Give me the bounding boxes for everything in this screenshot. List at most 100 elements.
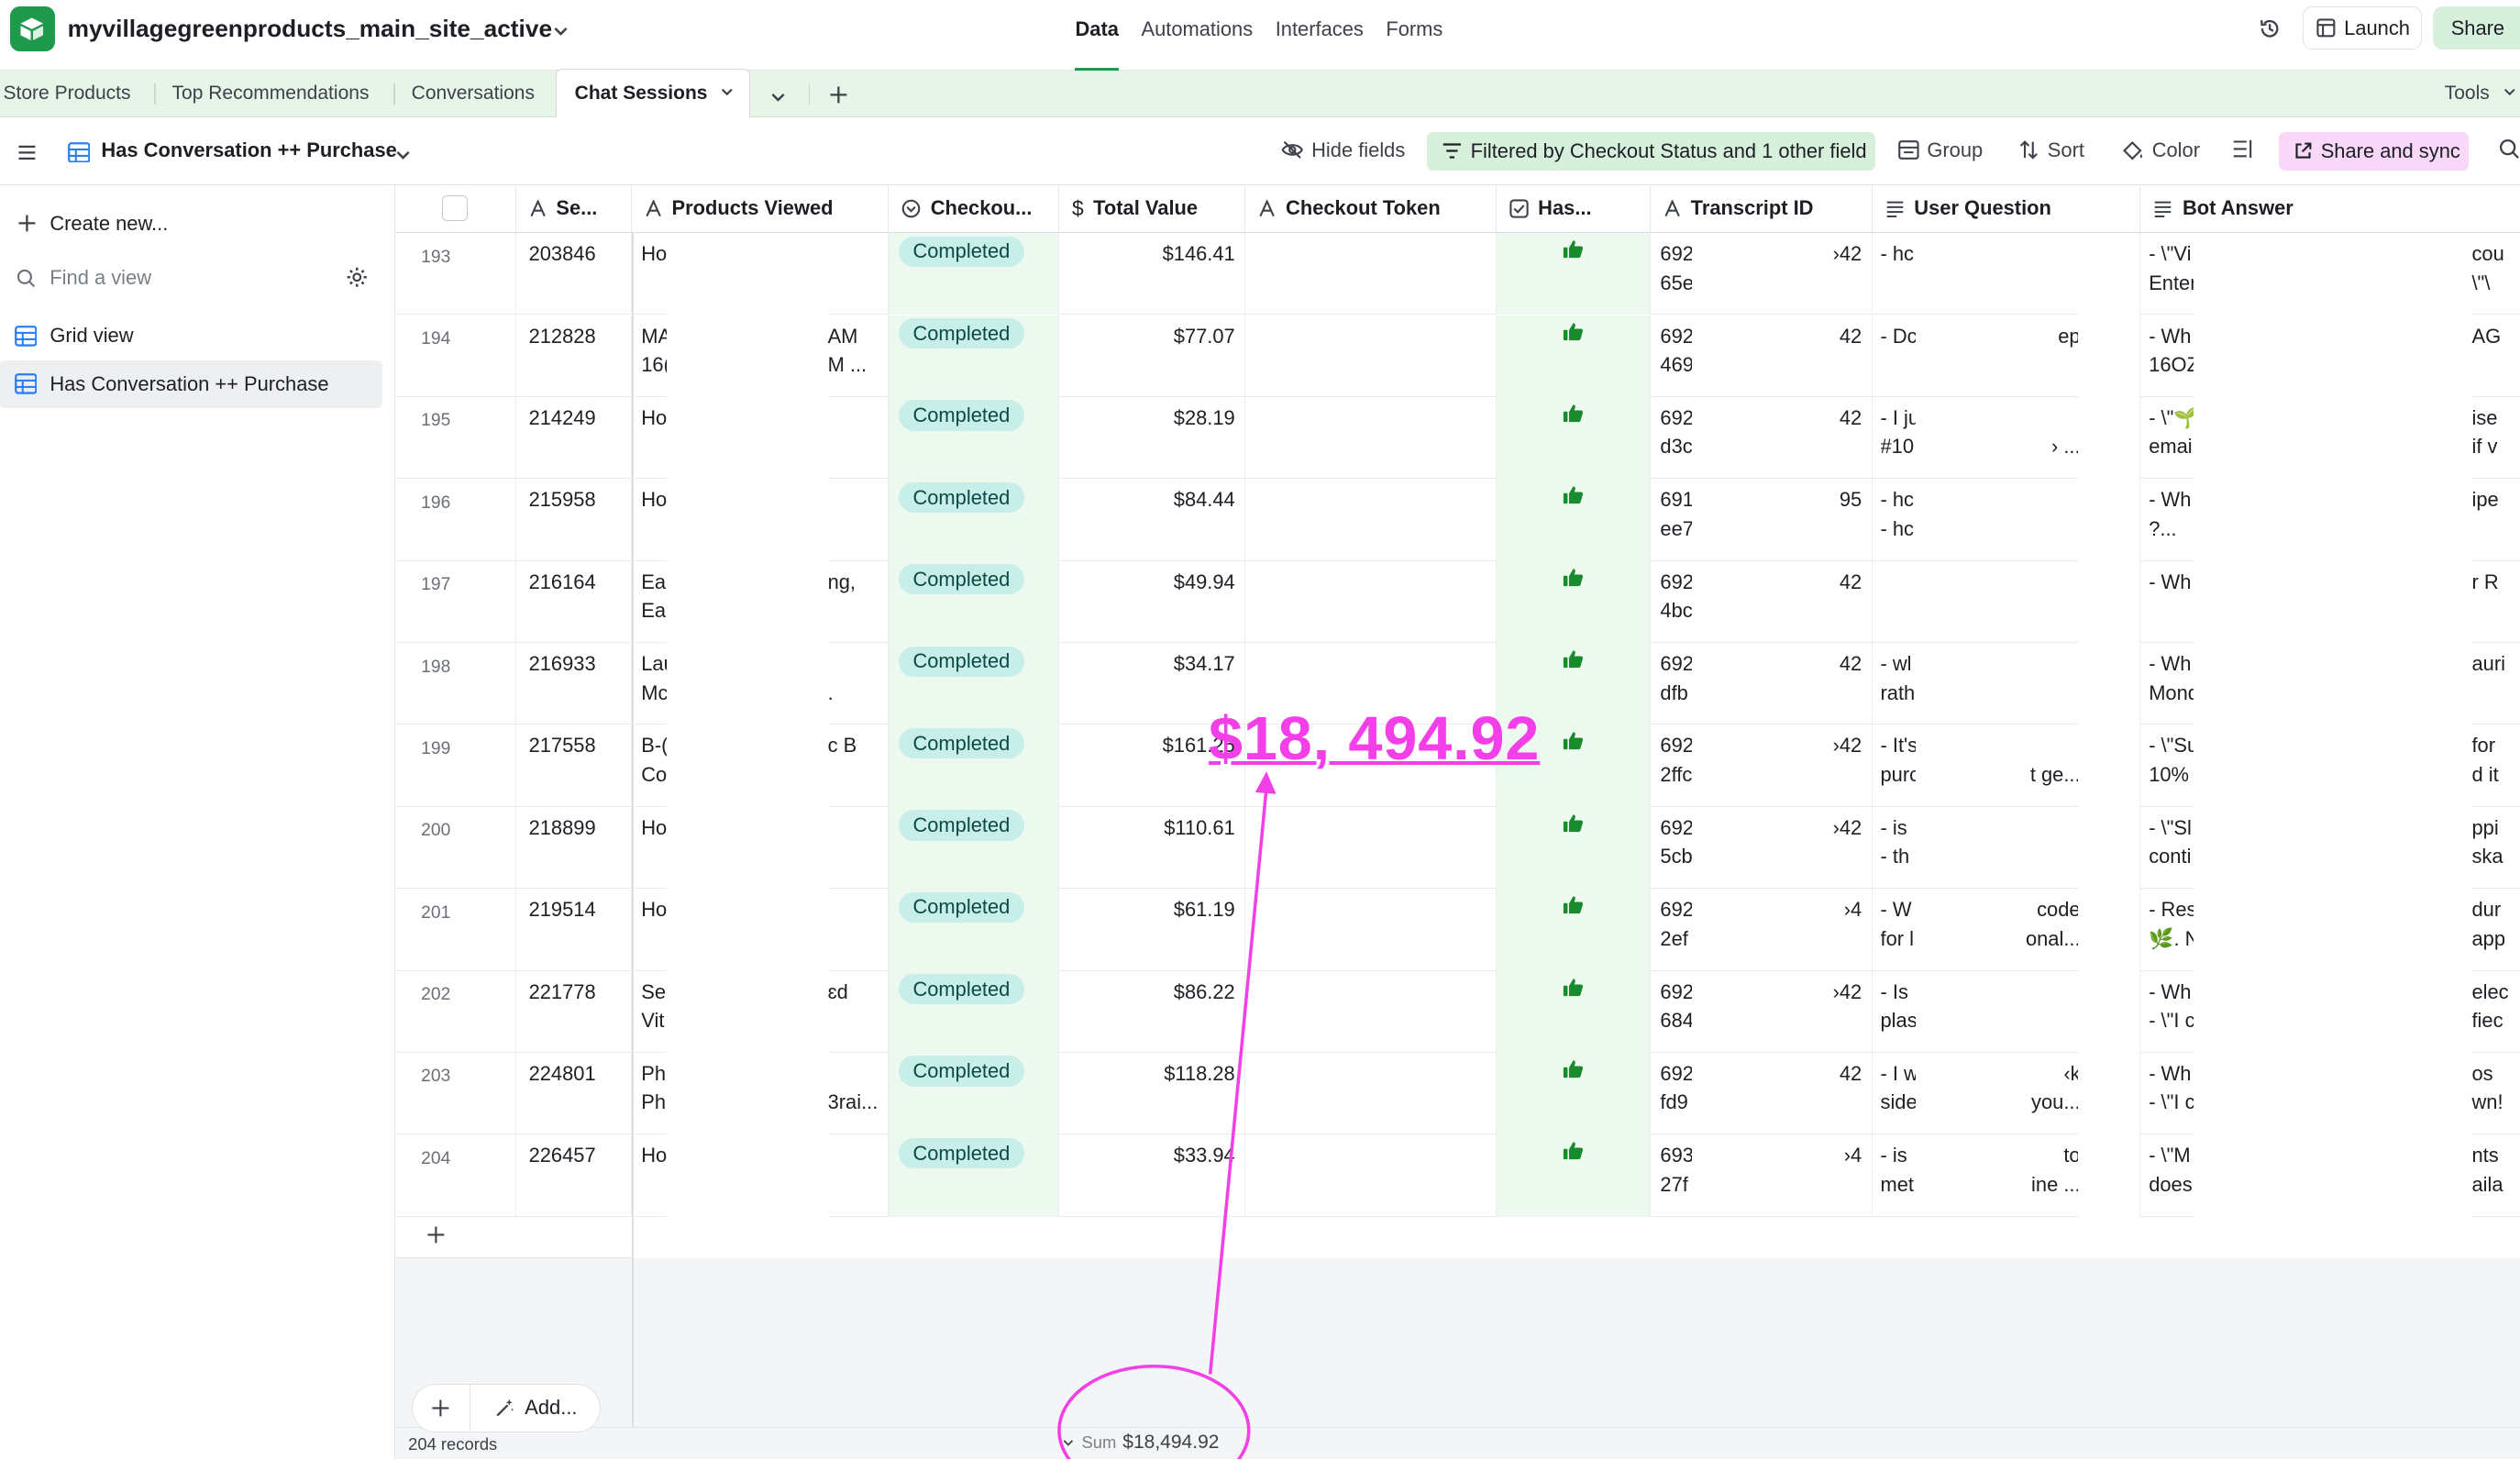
- transcript-id-cell[interactable]: 692 65e ›42: [1651, 233, 1873, 315]
- table-row[interactable]: 200 218899 Ho Completed $110.61 692 5cb ›42 - is…: [395, 806, 2520, 890]
- user-question-cell[interactable]: - I ju #10 › ...: [1873, 396, 2141, 480]
- has-conversation-cell[interactable]: [1496, 970, 1651, 1053]
- launch-button[interactable]: Launch: [2303, 6, 2423, 50]
- session-id-cell[interactable]: 214249: [516, 396, 632, 480]
- bot-answer-cell[interactable]: - Res 🌿. N dur app: [2140, 889, 2520, 971]
- total-value-cell[interactable]: $49.94: [1059, 560, 1246, 644]
- checkout-token-cell[interactable]: [1245, 806, 1497, 890]
- products-viewed-cell[interactable]: Ho: [632, 233, 890, 315]
- products-viewed-cell[interactable]: Ho: [632, 1134, 890, 1217]
- total-value-cell[interactable]: $146.41: [1059, 233, 1246, 315]
- base-name[interactable]: myvillagegreenproducts_main_site_active: [68, 15, 552, 43]
- user-question-cell[interactable]: - is met to ine ...: [1873, 1134, 2141, 1217]
- table-row[interactable]: 202221778 Sel Vit ɛd Completed $86.22 692 684 ›4…: [395, 970, 2520, 1053]
- transcript-id-cell[interactable]: 692 d3c 42: [1651, 396, 1873, 480]
- session-id-cell[interactable]: 218899: [516, 806, 632, 890]
- checkout-status-cell[interactable]: Completed: [889, 233, 1059, 315]
- products-viewed-cell[interactable]: Ear Ear ng,: [632, 560, 890, 644]
- table-row[interactable]: 194212828 MA 16(AM M ... Completed $77.07 692 4…: [395, 315, 2520, 397]
- share-and-sync-button[interactable]: Share and sync: [2279, 131, 2469, 171]
- session-id-cell[interactable]: 203846: [516, 233, 632, 315]
- column-header-products-viewed[interactable]: Products Viewed: [631, 184, 890, 234]
- create-new-view-button[interactable]: Create new...: [0, 199, 382, 248]
- checkout-token-cell[interactable]: [1245, 970, 1497, 1053]
- table-row[interactable]: 204 226457 Ho Completed $33.94 693 27f ›4 - is me…: [395, 1134, 2520, 1217]
- bot-answer-cell[interactable]: - \"Sl conti ppi ska: [2140, 806, 2520, 890]
- add-record-row[interactable]: [395, 1213, 632, 1259]
- bot-answer-cell[interactable]: - Wh - \"I c os wn!: [2140, 1052, 2520, 1135]
- user-question-cell[interactable]: - hc: [1873, 233, 2141, 315]
- products-viewed-cell[interactable]: Lau Mc.: [632, 643, 890, 725]
- column-header-has-conversation[interactable]: Has...: [1496, 184, 1651, 234]
- column-header-checkout-status[interactable]: Checkou...: [889, 184, 1059, 234]
- user-question-cell[interactable]: - wl rath: [1873, 643, 2141, 725]
- bot-answer-cell[interactable]: - \"M does nts aila: [2140, 1134, 2520, 1217]
- total-value-cell[interactable]: $86.22: [1059, 970, 1246, 1053]
- checkout-status-cell[interactable]: Completed: [889, 396, 1059, 480]
- table-row[interactable]: 203 224801 Ph Ph 3rai... Completed $118.28 692 f…: [395, 1052, 2520, 1135]
- session-id-cell[interactable]: 212828: [516, 315, 632, 397]
- add-table-plus-icon[interactable]: [828, 82, 849, 111]
- transcript-id-cell[interactable]: 692 2ffc ›42: [1651, 724, 1873, 807]
- transcript-id-cell[interactable]: 692 2ef ›4: [1651, 889, 1873, 971]
- checkout-status-cell[interactable]: Completed: [889, 315, 1059, 397]
- products-viewed-cell[interactable]: Sel Vit ɛd: [632, 970, 890, 1053]
- checkout-status-cell[interactable]: Completed: [889, 1052, 1059, 1135]
- checkout-status-cell[interactable]: Completed: [889, 806, 1059, 890]
- hide-fields-button[interactable]: Hide fields: [1281, 138, 1405, 162]
- checkout-status-cell[interactable]: Completed: [889, 643, 1059, 725]
- session-id-cell[interactable]: 219514: [516, 889, 632, 971]
- session-id-cell[interactable]: 226457: [516, 1134, 632, 1217]
- row-height-icon[interactable]: [2232, 138, 2253, 160]
- has-conversation-cell[interactable]: [1496, 806, 1651, 890]
- column-header-user-question[interactable]: User Question: [1872, 184, 2141, 234]
- chevron-down-icon[interactable]: [719, 83, 735, 100]
- table-row[interactable]: 197216164 Ear Ear ng, Completed $49.94 692 4bc 4…: [395, 560, 2520, 644]
- products-viewed-cell[interactable]: Ph Ph 3rai...: [632, 1052, 890, 1135]
- total-value-cell[interactable]: $28.19: [1059, 396, 1246, 480]
- user-question-cell[interactable]: - I w side ‹k you...: [1873, 1052, 2141, 1135]
- checkout-token-cell[interactable]: [1245, 479, 1497, 561]
- transcript-id-cell[interactable]: 692 5cb ›42: [1651, 806, 1873, 890]
- checkout-token-cell[interactable]: [1245, 560, 1497, 644]
- table-row[interactable]: 196 215958 Ho Completed $84.44 691 ee7 95- hc - …: [395, 479, 2520, 561]
- checkout-status-cell[interactable]: Completed: [889, 889, 1059, 971]
- transcript-id-cell[interactable]: 693 27f ›4: [1651, 1134, 1873, 1217]
- has-conversation-cell[interactable]: [1496, 396, 1651, 480]
- total-value-cell[interactable]: $110.61: [1059, 806, 1246, 890]
- bot-answer-cell[interactable]: - Wh?... ipe: [2140, 479, 2520, 561]
- has-conversation-cell[interactable]: [1496, 315, 1651, 397]
- table-row[interactable]: 201 219514 Ho Completed $61.19 692 2ef ›4 - W for…: [395, 889, 2520, 971]
- chevron-down-icon[interactable]: [393, 141, 413, 171]
- gear-icon[interactable]: [346, 265, 369, 294]
- session-id-cell[interactable]: 215958: [516, 479, 632, 561]
- user-question-cell[interactable]: - hc - hc: [1873, 479, 2141, 561]
- color-button[interactable]: Color: [2121, 138, 2200, 162]
- transcript-id-cell[interactable]: 692 4bc 42: [1651, 560, 1873, 644]
- user-question-cell[interactable]: [1873, 560, 2141, 644]
- total-value-cell[interactable]: $33.94: [1059, 1134, 1246, 1217]
- transcript-id-cell[interactable]: 692 684 ›42: [1651, 970, 1873, 1053]
- session-id-cell[interactable]: 217558: [516, 724, 632, 807]
- user-question-cell[interactable]: - Is plas: [1873, 970, 2141, 1053]
- session-id-cell[interactable]: 216164: [516, 560, 632, 644]
- column-header-total-value[interactable]: $ Total Value: [1058, 184, 1246, 234]
- search-icon[interactable]: [2499, 138, 2520, 160]
- products-viewed-cell[interactable]: Ho: [632, 889, 890, 971]
- bot-answer-cell[interactable]: - Wh 16OZ AG: [2140, 315, 2520, 397]
- tab-top-recommendations[interactable]: Top Recommendations: [172, 71, 370, 117]
- transcript-id-cell[interactable]: 692 fd9 42: [1651, 1052, 1873, 1135]
- session-id-cell[interactable]: 221778: [516, 970, 632, 1053]
- checkout-status-cell[interactable]: Completed: [889, 1134, 1059, 1217]
- add-record-button[interactable]: [413, 1383, 470, 1432]
- user-question-cell[interactable]: - It's purc t ge...: [1873, 724, 2141, 807]
- table-row[interactable]: 193 203846 Ho Completed $146.41 692 65e ›42 - hc…: [395, 233, 2520, 315]
- user-question-cell[interactable]: - Dc ep: [1873, 315, 2141, 397]
- table-row[interactable]: 195 214249 Ho Completed $28.19 692 d3c 42 - I ju…: [395, 396, 2520, 480]
- transcript-id-cell[interactable]: 691 ee7 95: [1651, 479, 1873, 561]
- session-id-cell[interactable]: 224801: [516, 1052, 632, 1135]
- history-icon[interactable]: [2258, 17, 2282, 47]
- select-all-checkbox[interactable]: [442, 195, 469, 222]
- total-value-cell[interactable]: $118.28: [1059, 1052, 1246, 1135]
- products-viewed-cell[interactable]: B-(Co c B: [632, 724, 890, 807]
